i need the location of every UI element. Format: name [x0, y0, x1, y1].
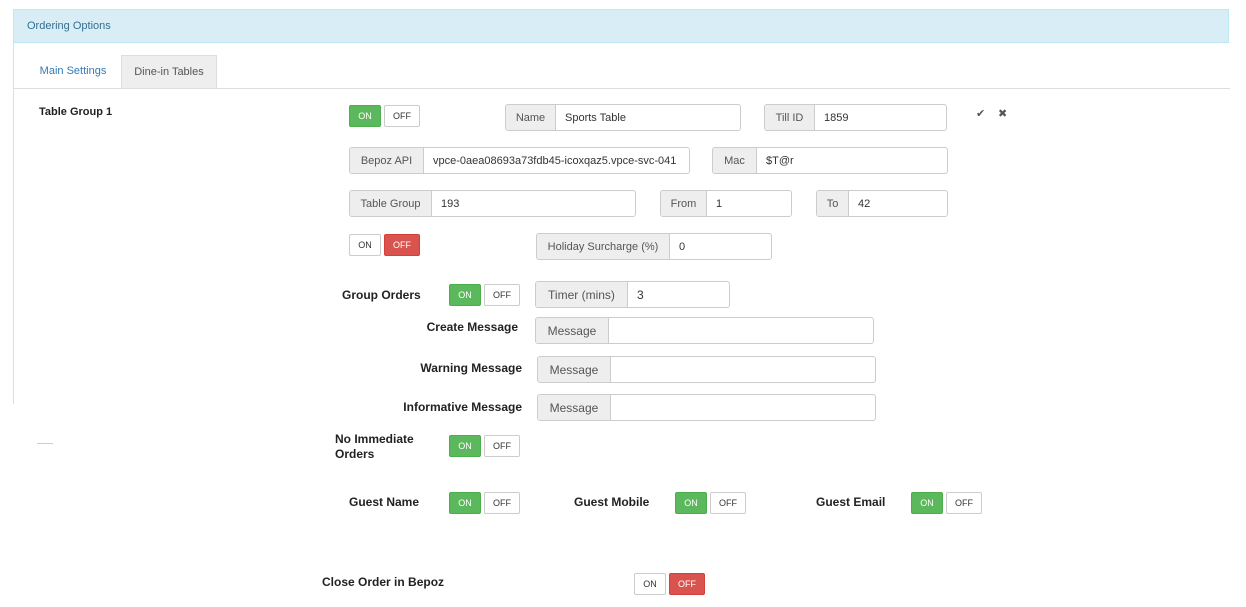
bepoz-api-addon: Bepoz API	[350, 148, 424, 173]
till-id-input[interactable]: 1859	[815, 105, 946, 130]
group-orders-toggle: ON OFF	[449, 284, 520, 306]
tab-main-settings[interactable]: Main Settings	[26, 55, 120, 89]
create-message-field[interactable]: Message	[535, 317, 874, 344]
bepoz-api-input[interactable]: vpce-0aea08693a73fdb45-icoxqaz5.vpce-svc…	[424, 148, 689, 173]
no-immediate-orders-label-line1: No Immediate	[335, 432, 414, 446]
no-immediate-orders-label-line2: Orders	[335, 447, 375, 461]
from-addon: From	[661, 191, 707, 216]
guest-email-toggle: ON OFF	[911, 492, 982, 514]
divider	[37, 443, 53, 444]
name-addon: Name	[506, 105, 556, 130]
tab-dine-in-tables[interactable]: Dine-in Tables	[121, 55, 217, 89]
group-orders-on-button[interactable]: ON	[449, 284, 481, 306]
timer-addon: Timer (mins)	[536, 282, 628, 307]
create-message-label: Create Message	[426, 320, 518, 334]
from-input[interactable]: 1	[707, 191, 791, 216]
to-field[interactable]: To 42	[816, 190, 948, 217]
mac-field[interactable]: Mac $T@r	[712, 147, 948, 174]
panel-left-border	[13, 43, 14, 404]
guest-mobile-label: Guest Mobile	[574, 495, 650, 509]
guest-email-label: Guest Email	[816, 495, 886, 509]
guest-name-on-button[interactable]: ON	[449, 492, 481, 514]
mac-input[interactable]: $T@r	[757, 148, 947, 173]
check-icon[interactable]: ✔	[976, 107, 985, 120]
close-order-label: Close Order in Bepoz	[322, 575, 445, 589]
surcharge-off-button[interactable]: OFF	[384, 234, 420, 256]
timer-input[interactable]: 3	[628, 282, 729, 307]
to-addon: To	[817, 191, 849, 216]
enabled-off-button[interactable]: OFF	[384, 105, 420, 127]
panel-header: Ordering Options	[13, 9, 1229, 43]
guest-mobile-off-button[interactable]: OFF	[710, 492, 746, 514]
from-field[interactable]: From 1	[660, 190, 792, 217]
close-order-off-button[interactable]: OFF	[669, 573, 705, 595]
warning-message-field[interactable]: Message	[537, 356, 876, 383]
surcharge-on-button[interactable]: ON	[349, 234, 381, 256]
timer-field[interactable]: Timer (mins) 3	[535, 281, 730, 308]
table-group-addon: Table Group	[350, 191, 432, 216]
holiday-surcharge-input[interactable]: 0	[670, 234, 771, 259]
mac-addon: Mac	[713, 148, 757, 173]
create-message-input[interactable]	[609, 318, 873, 343]
to-input[interactable]: 42	[849, 191, 947, 216]
guest-name-toggle: ON OFF	[449, 492, 520, 514]
informative-message-input[interactable]	[611, 395, 875, 420]
enabled-toggle: ON OFF	[349, 105, 420, 127]
guest-name-off-button[interactable]: OFF	[484, 492, 520, 514]
name-input[interactable]: Sports Table	[556, 105, 740, 130]
no-immediate-orders-on-button[interactable]: ON	[449, 435, 481, 457]
till-id-addon: Till ID	[765, 105, 815, 130]
close-order-toggle: ON OFF	[634, 573, 705, 595]
no-immediate-orders-toggle: ON OFF	[449, 435, 520, 457]
warning-message-label: Warning Message	[420, 361, 522, 375]
table-group-title: Table Group 1	[39, 106, 113, 118]
no-immediate-orders-label: No Immediate Orders	[335, 432, 414, 462]
guest-email-on-button[interactable]: ON	[911, 492, 943, 514]
bepoz-api-field[interactable]: Bepoz API vpce-0aea08693a73fdb45-icoxqaz…	[349, 147, 690, 174]
create-message-addon: Message	[536, 318, 609, 343]
group-orders-label: Group Orders	[342, 288, 421, 302]
close-icon[interactable]: ✖	[998, 107, 1007, 120]
till-id-field[interactable]: Till ID 1859	[764, 104, 947, 131]
guest-mobile-toggle: ON OFF	[675, 492, 746, 514]
enabled-on-button[interactable]: ON	[349, 105, 381, 127]
holiday-surcharge-addon: Holiday Surcharge (%)	[537, 234, 670, 259]
table-group-input[interactable]: 193	[432, 191, 635, 216]
holiday-surcharge-field[interactable]: Holiday Surcharge (%) 0	[536, 233, 772, 260]
close-order-on-button[interactable]: ON	[634, 573, 666, 595]
panel-title: Ordering Options	[27, 20, 111, 32]
guest-email-off-button[interactable]: OFF	[946, 492, 982, 514]
surcharge-toggle: ON OFF	[349, 234, 420, 256]
informative-message-addon: Message	[538, 395, 611, 420]
informative-message-label: Informative Message	[403, 400, 522, 414]
no-immediate-orders-off-button[interactable]: OFF	[484, 435, 520, 457]
group-orders-off-button[interactable]: OFF	[484, 284, 520, 306]
guest-name-label: Guest Name	[349, 495, 420, 509]
name-field[interactable]: Name Sports Table	[505, 104, 741, 131]
informative-message-field[interactable]: Message	[537, 394, 876, 421]
warning-message-input[interactable]	[611, 357, 875, 382]
table-group-field[interactable]: Table Group 193	[349, 190, 636, 217]
warning-message-addon: Message	[538, 357, 611, 382]
guest-mobile-on-button[interactable]: ON	[675, 492, 707, 514]
tab-divider	[14, 88, 1230, 89]
